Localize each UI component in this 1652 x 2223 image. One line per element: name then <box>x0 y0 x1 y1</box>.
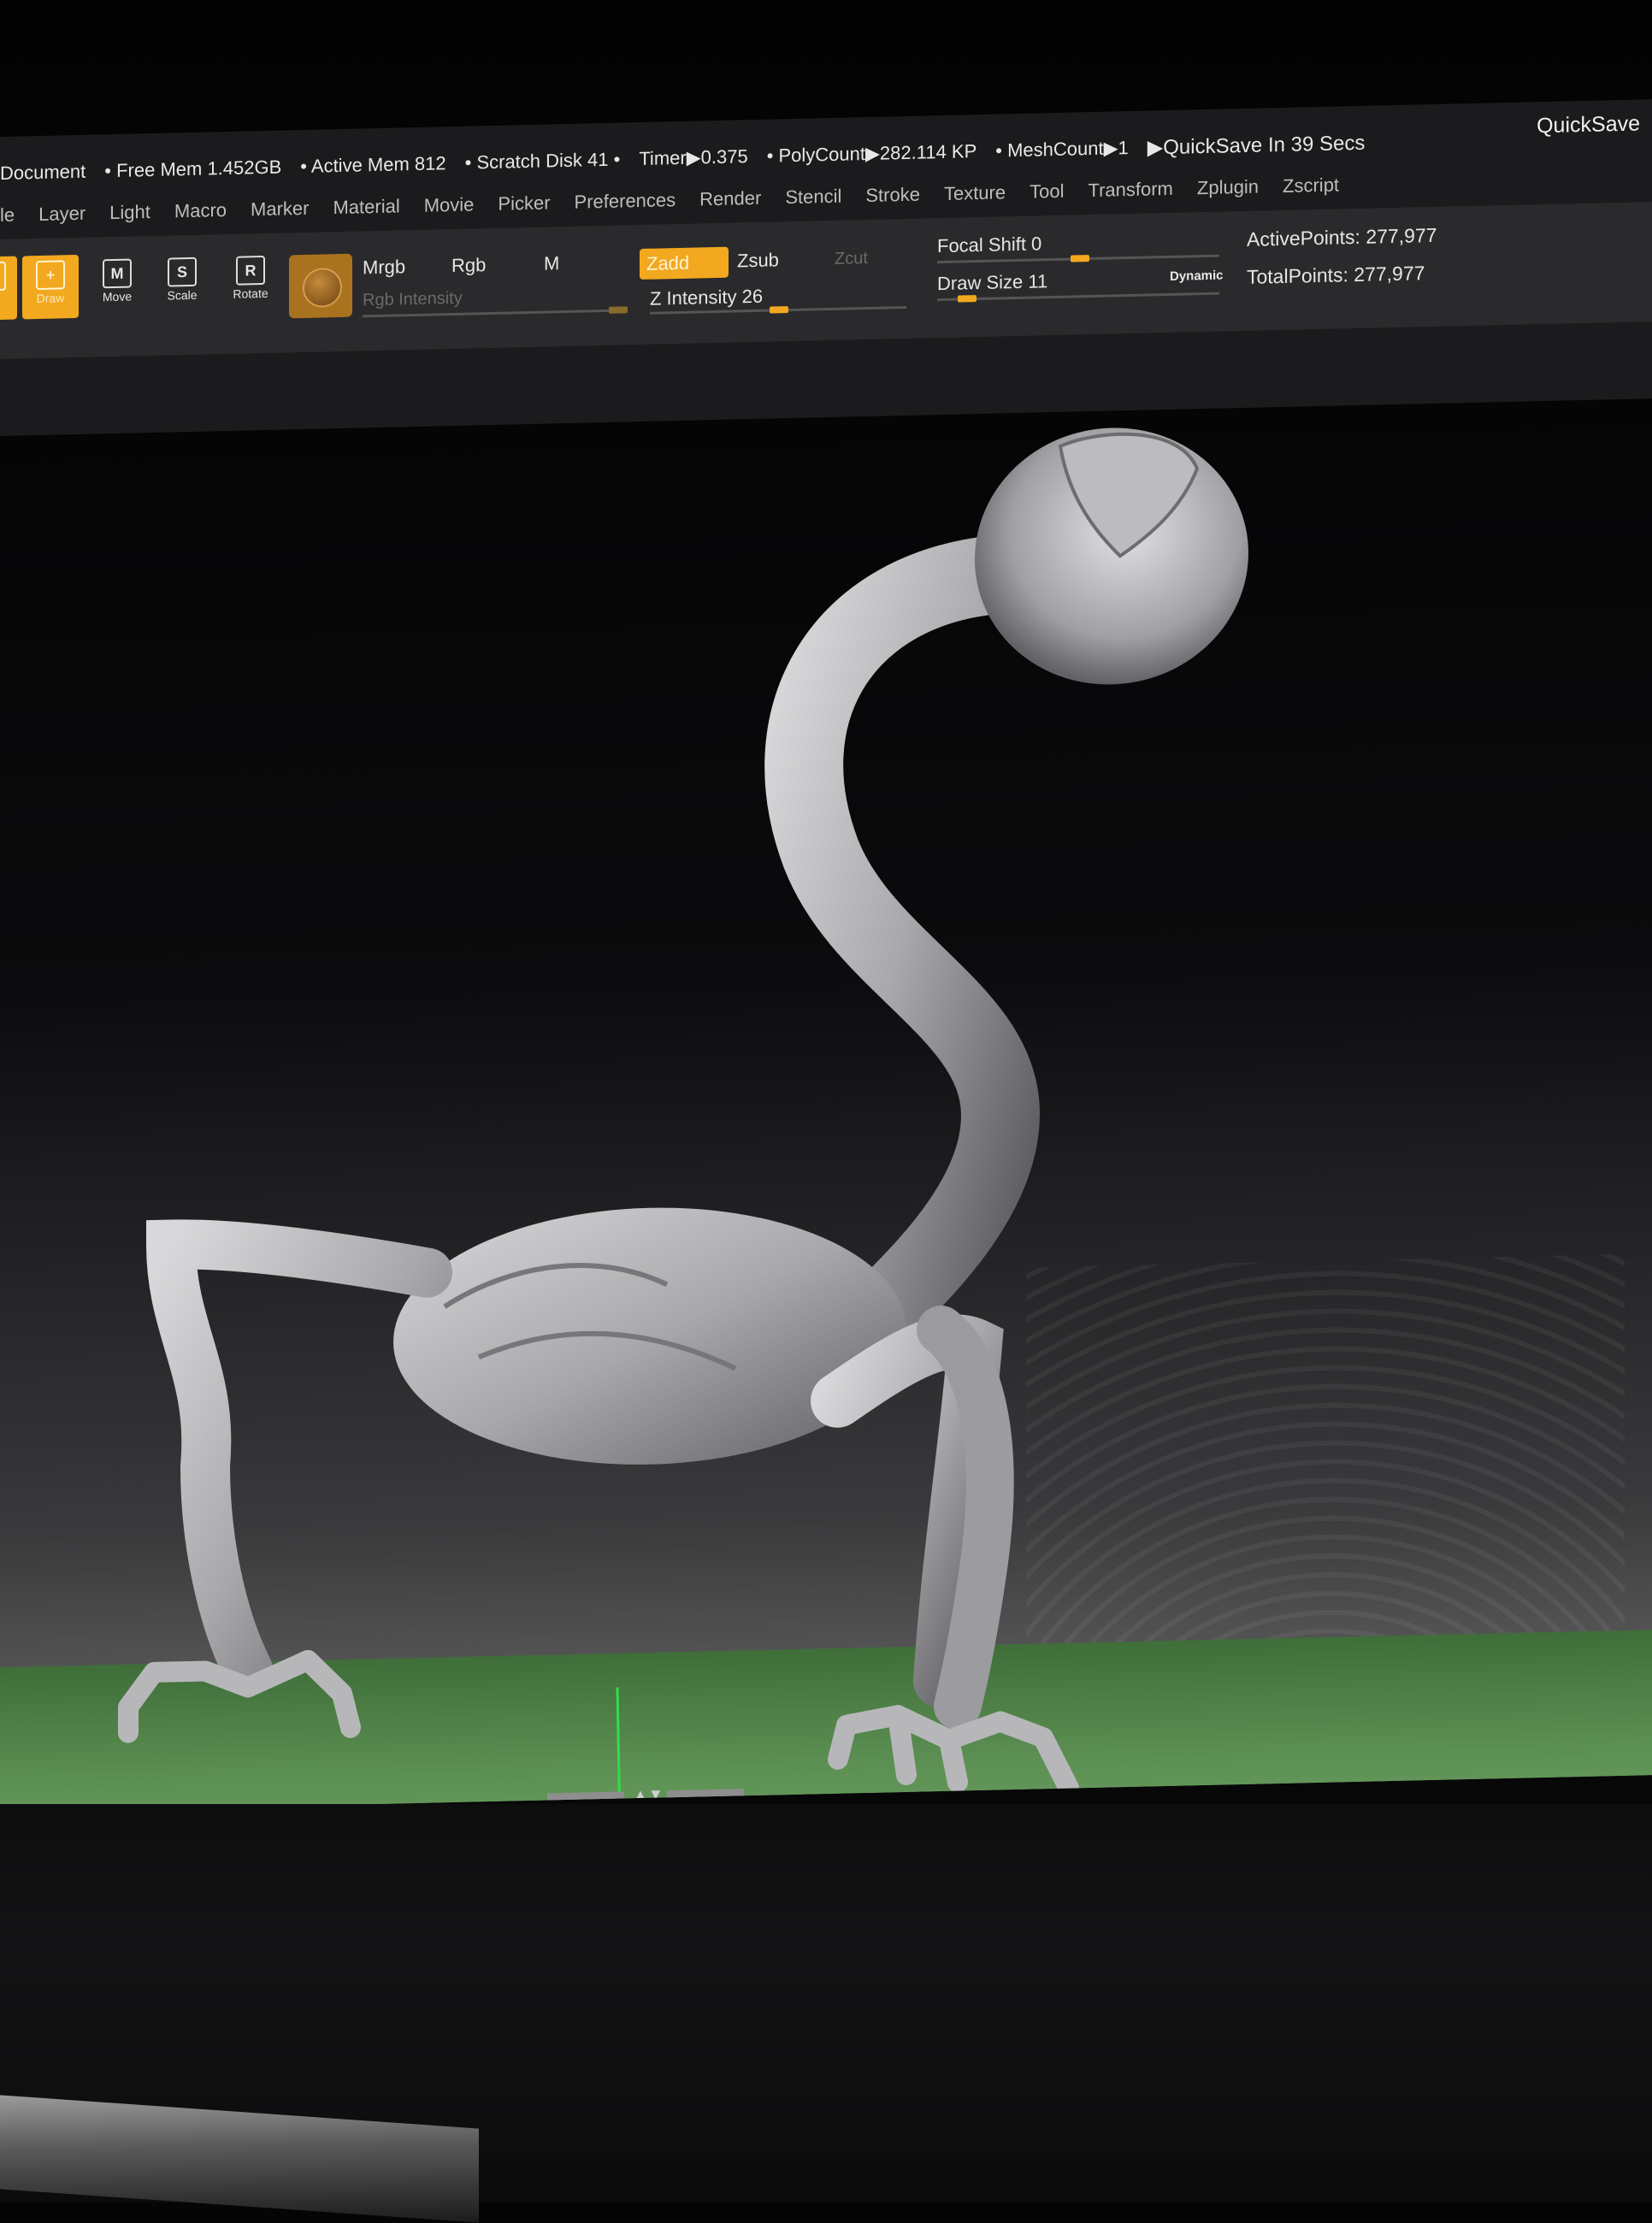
creature-right-legs <box>811 1306 1079 1799</box>
creature-left-leg <box>118 1219 452 1743</box>
creature-head <box>975 428 1248 685</box>
scroll-arrows-icon[interactable]: ▲▼ <box>633 1785 664 1804</box>
creature-neck <box>764 536 1041 1336</box>
scroll-bar-left <box>547 1791 624 1802</box>
sculpt-model[interactable] <box>0 99 1652 1813</box>
zbrush-screen: Document • Free Mem 1.452GB • Active Mem… <box>0 99 1652 1813</box>
monitor: Document • Free Mem 1.452GB • Active Mem… <box>0 0 1652 2223</box>
scroll-bar-right <box>667 1789 744 1800</box>
creature-body <box>393 1207 906 1465</box>
